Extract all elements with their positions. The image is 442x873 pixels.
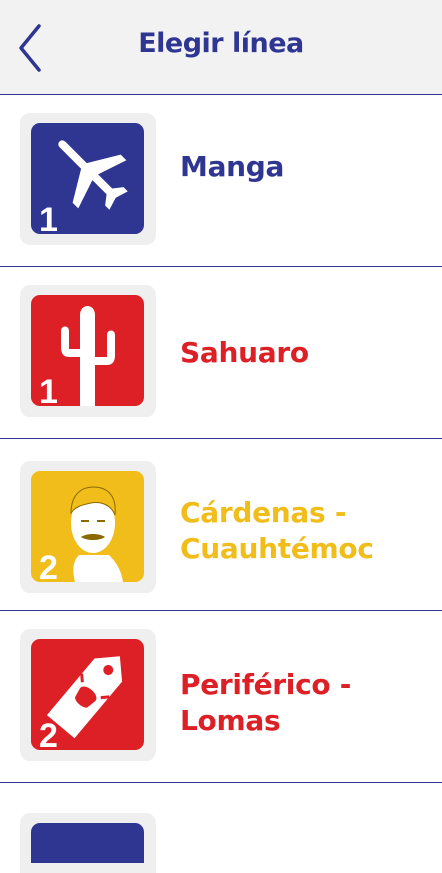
line-number: 1 xyxy=(39,201,58,234)
route-name: Manga xyxy=(180,150,285,183)
route-icon-tile xyxy=(20,813,156,873)
route-icon-tile: 2 xyxy=(20,461,156,593)
header-bar: Elegir línea xyxy=(0,0,442,95)
price-tag-icon: 2 xyxy=(31,639,144,750)
route-item-manga[interactable]: 1 Manga xyxy=(0,95,442,267)
route-icon-partial xyxy=(31,823,144,863)
route-item-cardenas-cuauhtemoc[interactable]: 2 Cárdenas - Cuauhtémoc xyxy=(0,439,442,611)
route-icon-tile: 1 xyxy=(20,113,156,245)
route-name: Periférico - Lomas xyxy=(180,668,352,737)
page-title: Elegir línea xyxy=(138,28,304,59)
route-item-sahuaro[interactable]: 1 Sahuaro xyxy=(0,267,442,439)
portrait-icon: 2 xyxy=(31,471,144,582)
airplane-icon: 1 xyxy=(31,123,144,234)
cactus-icon: 1 xyxy=(31,295,144,406)
route-icon-tile: 2 xyxy=(20,629,156,761)
line-number: 1 xyxy=(39,373,58,406)
route-name: Sahuaro xyxy=(180,336,309,369)
route-item-periferico-lomas[interactable]: 2 Periférico - Lomas xyxy=(0,611,442,783)
route-list: 1 Manga 1 Sahuaro 2 Cárdenas - Cuauhtémo… xyxy=(0,95,442,873)
route-icon-tile: 1 xyxy=(20,285,156,417)
route-name: Cárdenas - Cuauhtémoc xyxy=(180,496,374,565)
line-number: 2 xyxy=(39,549,58,582)
line-number: 2 xyxy=(39,717,58,750)
route-item-partial[interactable] xyxy=(0,783,442,873)
